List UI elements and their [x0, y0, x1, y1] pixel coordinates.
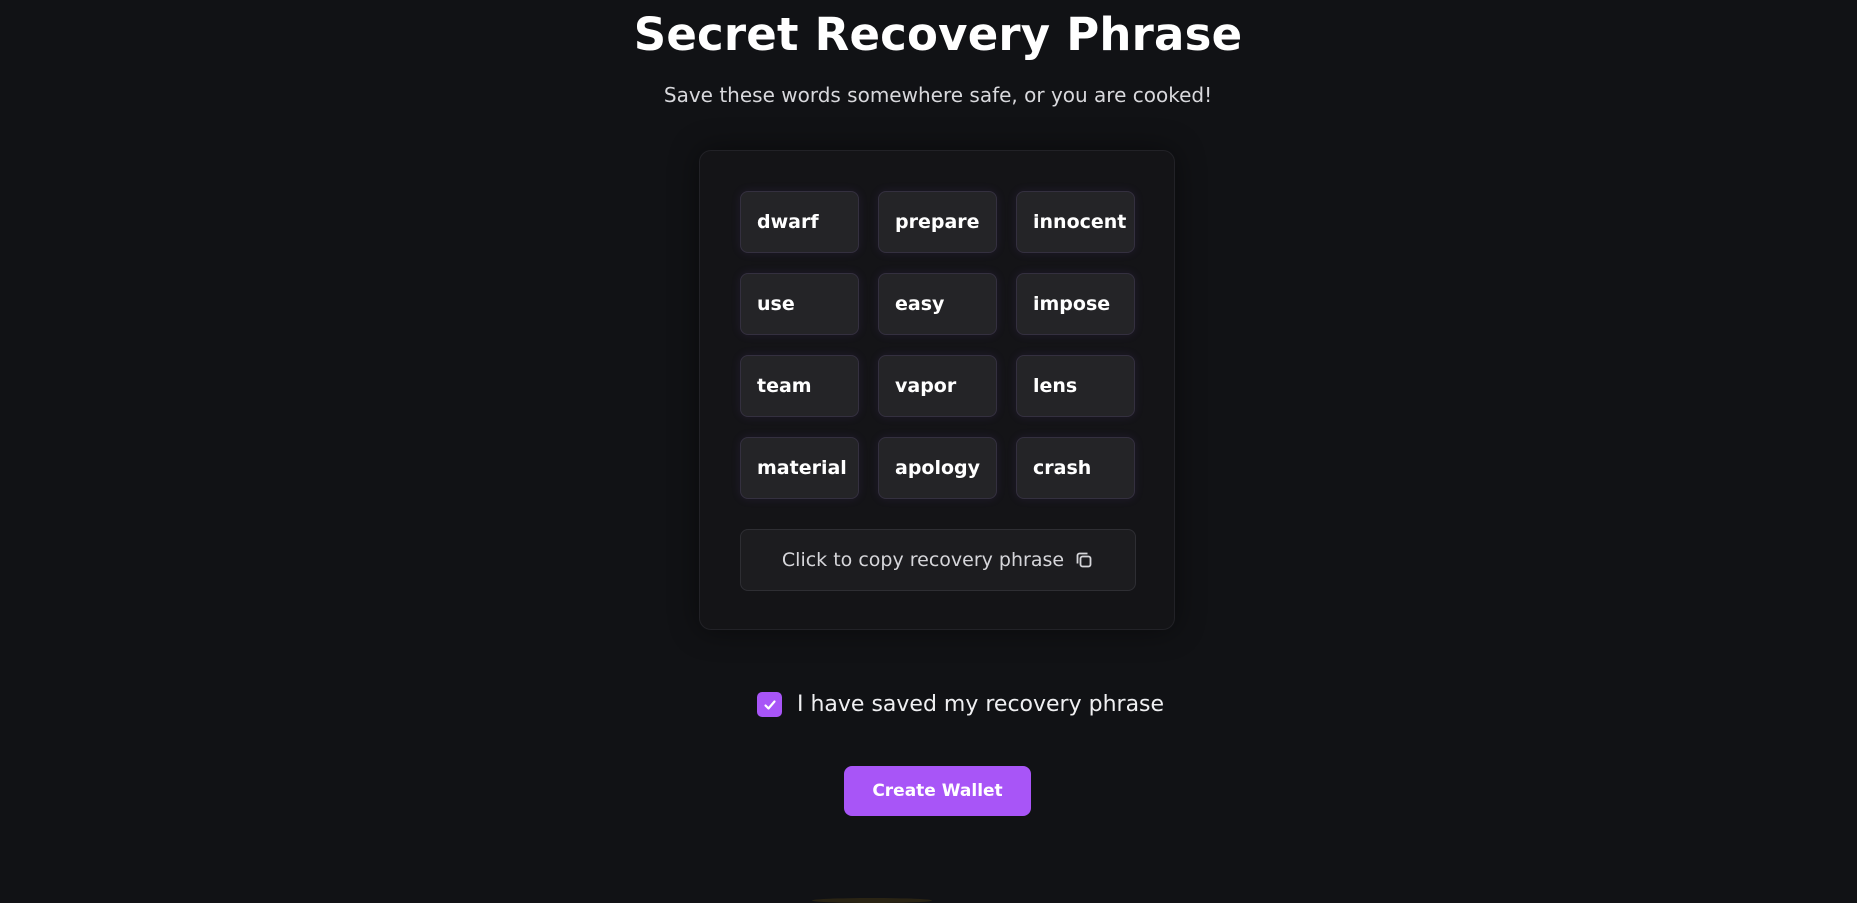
page-title: Secret Recovery Phrase: [633, 8, 1243, 61]
phrase-word-8[interactable]: vapor: [878, 355, 997, 417]
phrase-word-3[interactable]: innocent: [1016, 191, 1135, 253]
saved-checkbox[interactable]: [757, 692, 782, 717]
recovery-phrase-card: dwarf prepare innocent use easy impose t…: [699, 150, 1175, 630]
copy-phrase-label: Click to copy recovery phrase: [781, 549, 1065, 571]
phrase-word-6[interactable]: impose: [1016, 273, 1135, 335]
phrase-word-10[interactable]: material: [740, 437, 859, 499]
phrase-word-5[interactable]: easy: [878, 273, 997, 335]
copy-icon: [1074, 550, 1094, 570]
phrase-word-9[interactable]: lens: [1016, 355, 1135, 417]
bottom-decoration: [812, 898, 932, 903]
phrase-word-1[interactable]: dwarf: [740, 191, 859, 253]
checkmark-icon: [763, 699, 776, 710]
copy-phrase-button[interactable]: Click to copy recovery phrase: [740, 529, 1136, 591]
recovery-phrase-page: Secret Recovery Phrase Save these words …: [0, 0, 1857, 903]
create-wallet-button[interactable]: Create Wallet: [844, 766, 1031, 816]
page-subtitle: Save these words somewhere safe, or you …: [663, 83, 1213, 107]
phrase-word-4[interactable]: use: [740, 273, 859, 335]
phrase-word-12[interactable]: crash: [1016, 437, 1135, 499]
saved-confirmation[interactable]: I have saved my recovery phrase: [757, 692, 1164, 717]
word-grid: dwarf prepare innocent use easy impose t…: [740, 191, 1136, 499]
phrase-word-2[interactable]: prepare: [878, 191, 997, 253]
phrase-word-11[interactable]: apology: [878, 437, 997, 499]
saved-checkbox-label: I have saved my recovery phrase: [797, 692, 1165, 717]
phrase-word-7[interactable]: team: [740, 355, 859, 417]
